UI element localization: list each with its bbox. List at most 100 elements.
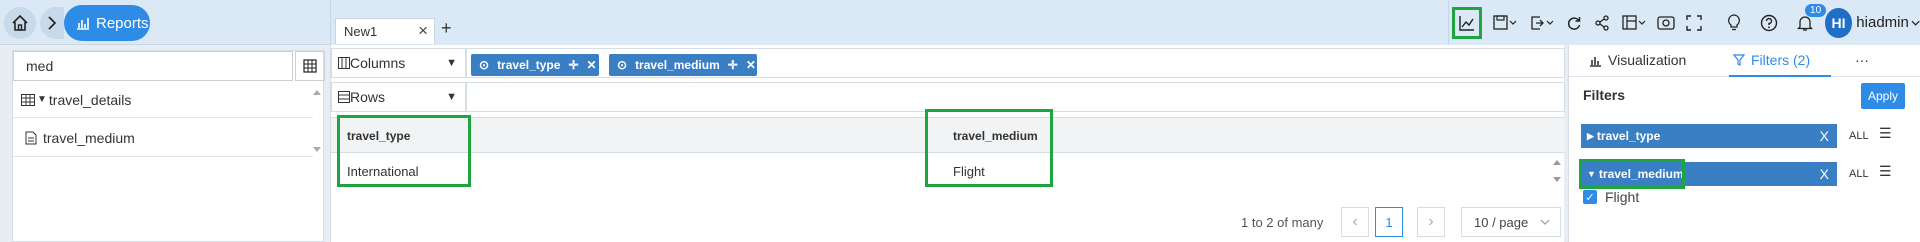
username-menu[interactable]: hiadmin	[1856, 14, 1909, 31]
notifications-button[interactable]: 10	[1791, 3, 1827, 38]
avatar[interactable]: HI	[1824, 7, 1853, 38]
lightbulb-icon	[1727, 13, 1740, 30]
chevron-down-icon[interactable]	[1911, 19, 1920, 27]
scroll-down-icon[interactable]	[311, 145, 323, 155]
data-grid: travel_type travel_medium International …	[331, 109, 1565, 189]
chip-label: travel_medium	[635, 58, 720, 72]
columns-label: Columns	[350, 55, 406, 71]
tree-item-label: travel_details	[48, 91, 132, 108]
more-options-button[interactable]: ···	[1855, 52, 1869, 68]
bar-chart-icon	[1590, 56, 1601, 67]
caret-right-icon[interactable]: ▶	[1587, 131, 1594, 142]
close-tab-icon[interactable]: ×	[418, 21, 428, 41]
tree-item-travel-medium[interactable]: travel_medium	[13, 119, 313, 157]
remove-filter-icon[interactable]: X	[1820, 128, 1829, 144]
filter-all-toggle[interactable]: ALL	[1849, 130, 1869, 142]
save-menu-button[interactable]	[1487, 8, 1524, 38]
filter-all-toggle[interactable]: ALL	[1849, 168, 1869, 180]
panel-tabs: Visualization Filters (2) ···	[1569, 45, 1920, 77]
pagination-summary: 1 to 2 of many	[1241, 214, 1324, 230]
page-size-select[interactable]: 10 / page	[1461, 207, 1561, 237]
grid-view-button[interactable]	[295, 51, 325, 81]
remove-filter-icon[interactable]: X	[1820, 166, 1829, 182]
save-icon	[1493, 14, 1517, 30]
rows-label: Rows	[350, 89, 386, 105]
column-chip-travel-medium[interactable]: ⊙ travel_medium ✛ ✕	[609, 54, 757, 76]
export-menu-button[interactable]	[1523, 8, 1560, 38]
columns-drop-zone[interactable]: ⊙ travel_type ✛ ✕ ⊙ travel_medium ✛ ✕	[466, 48, 1565, 78]
columns-icon	[338, 57, 350, 69]
next-page-button[interactable]: ›	[1417, 207, 1445, 237]
tab-label: Filters (2)	[1751, 52, 1811, 68]
tree-item-label: travel_medium	[43, 129, 135, 146]
expand-caret-icon[interactable]: ▼	[37, 94, 47, 105]
page-size-label: 10 / page	[1474, 214, 1529, 230]
rows-drop-zone[interactable]	[466, 82, 1565, 112]
filters-title: Filters	[1583, 87, 1626, 103]
help-button[interactable]	[1755, 8, 1783, 38]
apply-button[interactable]: Apply	[1861, 83, 1905, 109]
export-icon	[1531, 15, 1554, 30]
chart-view-button[interactable]	[1452, 6, 1482, 39]
prev-page-button[interactable]: ‹	[1341, 207, 1369, 237]
active-tab-indicator	[1729, 75, 1831, 77]
highlight-box-travel-medium	[925, 109, 1053, 187]
checkbox-checked-icon[interactable]: ✓	[1583, 190, 1597, 204]
tree-item-travel-details[interactable]: ▼ travel_details	[13, 82, 313, 118]
field-browser-panel: med ▼ travel_details travel_medium	[12, 50, 325, 242]
column-chip-travel-type[interactable]: ⊙ travel_type ✛ ✕	[471, 54, 599, 76]
chip-label: travel_type	[497, 58, 561, 72]
notification-count-badge: 10	[1805, 3, 1827, 17]
filter-list-icon[interactable]: ☰	[1879, 125, 1892, 142]
filter-value-label: Flight	[1605, 189, 1640, 205]
top-bar: Reports New1 × + 10 HI hiadmin	[0, 0, 1920, 45]
breadcrumb-chevron-icon	[40, 7, 64, 39]
field-search-input[interactable]: med	[13, 51, 293, 81]
report-designer: Columns ▼ ⊙ travel_type ✛ ✕ ⊙ travel_med…	[330, 45, 1565, 242]
highlight-box-filter	[1579, 159, 1685, 189]
move-icon[interactable]: ✛	[568, 58, 578, 72]
columns-shelf-label[interactable]: Columns ▼	[331, 48, 466, 78]
table-icon	[21, 93, 35, 106]
share-button[interactable]	[1588, 8, 1616, 38]
rows-shelf-label[interactable]: Rows ▼	[331, 82, 466, 112]
add-tab-button[interactable]: +	[441, 18, 452, 39]
home-button[interactable]	[4, 7, 36, 39]
layout-menu-button[interactable]	[1616, 8, 1653, 38]
remove-chip-icon[interactable]: ✕	[587, 58, 597, 72]
page-1-button[interactable]: 1	[1375, 207, 1403, 237]
fullscreen-button[interactable]	[1680, 8, 1708, 38]
refresh-button[interactable]	[1560, 8, 1588, 38]
preview-icon	[1657, 15, 1675, 30]
filter-value-flight[interactable]: ✓ Flight	[1583, 189, 1639, 205]
caret-down-icon[interactable]: ▼	[446, 57, 457, 69]
fullscreen-icon	[1686, 14, 1702, 31]
filter-travel-type[interactable]: ▶ travel_type X	[1581, 124, 1837, 148]
grid-scroll-up-icon[interactable]	[1551, 157, 1563, 167]
scroll-up-icon[interactable]	[311, 87, 323, 97]
grid-scroll-down-icon[interactable]	[1551, 175, 1563, 185]
tab-filters[interactable]: Filters (2)	[1733, 52, 1810, 68]
tab-new1[interactable]: New1 ×	[335, 18, 435, 44]
tab-label: Visualization	[1608, 52, 1687, 68]
tab-visualization[interactable]: Visualization	[1589, 52, 1686, 68]
report-toolbar: 10 HI hiadmin	[1448, 0, 1920, 45]
tab-label: New1	[344, 24, 378, 39]
breadcrumb-reports[interactable]: Reports	[64, 5, 150, 41]
app-window: Reports New1 × + 10 HI hiadmin med ▼ tra…	[0, 0, 1920, 242]
breadcrumb-label: Reports	[96, 14, 149, 32]
rows-icon	[338, 91, 350, 103]
tips-button[interactable]	[1720, 8, 1748, 38]
caret-down-icon[interactable]: ▼	[446, 91, 457, 103]
share-icon	[1595, 14, 1609, 31]
remove-chip-icon[interactable]: ✕	[746, 58, 756, 72]
preview-button[interactable]	[1652, 8, 1680, 38]
bar-chart-icon	[77, 18, 89, 30]
move-icon[interactable]: ✛	[728, 58, 738, 72]
filter-list-icon[interactable]: ☰	[1879, 163, 1892, 180]
filter-icon	[1733, 54, 1745, 66]
tree-scrollbar[interactable]	[311, 85, 323, 209]
line-chart-icon	[1459, 15, 1474, 31]
layout-icon	[1622, 14, 1646, 30]
chevron-down-icon	[1540, 219, 1550, 225]
